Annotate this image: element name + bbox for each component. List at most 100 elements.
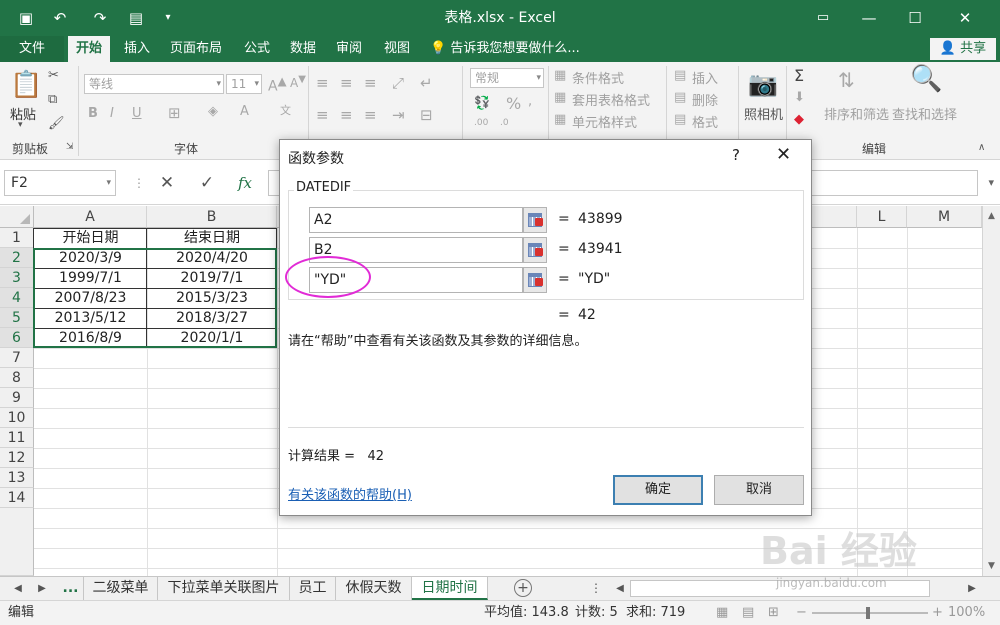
merge-icon[interactable]: ⊟ — [420, 106, 433, 124]
conditional-format-icon[interactable]: ▦ — [554, 68, 566, 83]
cell-b1[interactable]: 结束日期 — [147, 228, 277, 248]
next-sheet-icon[interactable]: ▶ — [32, 577, 52, 600]
row-header[interactable]: 10 — [0, 408, 34, 428]
row-header[interactable]: 5 — [0, 308, 34, 328]
table-format-button[interactable]: 套用表格格式 — [572, 90, 650, 109]
cell-a4[interactable]: 2007/8/23 — [34, 288, 147, 308]
scroll-left-icon[interactable]: ◀ — [610, 577, 630, 600]
delete-cells-icon[interactable]: ▤ — [674, 90, 686, 105]
cell-b5[interactable]: 2018/3/27 — [147, 308, 277, 328]
column-header-b[interactable]: B — [147, 206, 277, 228]
paste-dropdown-icon[interactable]: ▾ — [18, 120, 23, 130]
row-header[interactable]: 2 — [0, 248, 34, 268]
zoom-out-icon[interactable]: − — [796, 601, 807, 625]
paste-button[interactable]: 粘贴 — [10, 104, 36, 123]
row-header[interactable]: 9 — [0, 388, 34, 408]
prev-sheet-icon[interactable]: ◀ — [8, 577, 28, 600]
column-header-m[interactable]: M — [907, 206, 982, 228]
cancel-icon[interactable]: ✕ — [152, 170, 182, 196]
tab-data[interactable]: 数据 — [282, 36, 324, 62]
maximize-icon[interactable]: ☐ — [892, 0, 938, 36]
vertical-scrollbar[interactable]: ▲ ▼ — [982, 206, 1000, 576]
camera-button[interactable]: 照相机 — [744, 104, 783, 123]
increase-font-icon[interactable]: A▲ — [268, 74, 287, 95]
cell-style-icon[interactable]: ▦ — [554, 112, 566, 127]
tab-page-layout[interactable]: 页面布局 — [162, 36, 230, 62]
column-header-a[interactable]: A — [34, 206, 147, 228]
currency-icon[interactable]: 💱 — [474, 96, 490, 111]
align-middle-icon[interactable]: ≡ — [340, 74, 353, 92]
ok-button[interactable]: 确定 — [613, 475, 703, 505]
autosum-icon[interactable]: Σ — [794, 66, 804, 85]
column-header-l[interactable]: L — [857, 206, 907, 228]
font-name-combo[interactable]: 等线 ▾ — [84, 74, 224, 94]
phonetic-icon[interactable]: 文 — [280, 102, 291, 118]
zoom-slider[interactable] — [812, 612, 928, 614]
decrease-decimal-icon[interactable]: .0 — [500, 118, 509, 128]
insert-cells-button[interactable]: 插入 — [692, 68, 718, 87]
argument-input-1[interactable]: A2 — [309, 207, 523, 233]
close-icon[interactable]: ✕ — [942, 0, 988, 36]
add-sheet-icon[interactable]: + — [514, 579, 532, 597]
row-header[interactable]: 12 — [0, 448, 34, 468]
insert-function-icon[interactable]: fx — [230, 170, 260, 196]
orientation-icon[interactable]: ⤢ — [392, 74, 404, 92]
cell-a2[interactable]: 2020/3/9 — [34, 248, 147, 268]
tab-home[interactable]: 开始 — [68, 36, 111, 62]
page-layout-view-icon[interactable]: ▤ — [742, 601, 754, 625]
tab-review[interactable]: 审阅 — [328, 36, 370, 62]
scroll-down-icon[interactable]: ▼ — [983, 558, 1000, 574]
cell-a1[interactable]: 开始日期 — [34, 228, 147, 248]
copy-icon[interactable]: ⧉ — [48, 92, 57, 107]
table-format-icon[interactable]: ▦ — [554, 90, 566, 105]
format-painter-icon[interactable]: 🖌 — [48, 116, 65, 131]
fill-color-icon[interactable]: ◈ — [208, 104, 218, 119]
cell-a3[interactable]: 1999/7/1 — [34, 268, 147, 288]
cell-b3[interactable]: 2019/7/1 — [147, 268, 277, 288]
row-header[interactable]: 1 — [0, 228, 34, 248]
cell-a5[interactable]: 2013/5/12 — [34, 308, 147, 328]
name-box[interactable]: F2 ▾ — [4, 170, 116, 196]
collapse-dialog-button[interactable] — [523, 237, 547, 263]
dialog-close-icon[interactable]: ✕ — [776, 144, 791, 165]
format-cells-button[interactable]: 格式 — [692, 112, 718, 131]
find-select-icon[interactable]: 🔍 — [910, 64, 942, 94]
function-help-link[interactable]: 有关该函数的帮助(H) — [288, 484, 412, 503]
italic-icon[interactable]: I — [110, 106, 114, 121]
cancel-button[interactable]: 取消 — [714, 475, 804, 505]
clipboard-launcher-icon[interactable]: ⇲ — [66, 142, 74, 152]
enter-icon[interactable]: ✓ — [192, 170, 222, 196]
sort-filter-button[interactable]: 排序和筛选 — [824, 104, 889, 123]
bold-icon[interactable]: B — [88, 106, 98, 121]
row-header[interactable]: 4 — [0, 288, 34, 308]
scroll-up-icon[interactable]: ▲ — [983, 208, 1000, 224]
more-sheets-button[interactable]: ... — [58, 577, 84, 600]
tab-formulas[interactable]: 公式 — [236, 36, 278, 62]
zoom-slider-thumb[interactable] — [866, 607, 870, 619]
sort-filter-icon[interactable]: ⇅ — [838, 68, 855, 92]
tell-me-search[interactable]: 💡 告诉我您想要做什么... — [430, 36, 580, 62]
row-header[interactable]: 11 — [0, 428, 34, 448]
page-break-view-icon[interactable]: ⊞ — [768, 601, 779, 625]
help-button[interactable]: ? — [732, 146, 740, 164]
cell-style-button[interactable]: 单元格样式 — [572, 112, 637, 131]
minimize-icon[interactable]: — — [846, 0, 892, 36]
conditional-format-button[interactable]: 条件格式 — [572, 68, 624, 87]
align-top-icon[interactable]: ≡ — [316, 74, 329, 92]
camera-icon[interactable]: 📷 — [748, 70, 778, 98]
increase-decimal-icon[interactable]: .00 — [474, 118, 488, 128]
wrap-text-icon[interactable]: ↵ — [420, 74, 433, 92]
align-left-icon[interactable]: ≡ — [316, 106, 329, 124]
select-all-button[interactable] — [0, 206, 34, 228]
align-bottom-icon[interactable]: ≡ — [364, 74, 377, 92]
scroll-right-icon[interactable]: ▶ — [962, 577, 982, 600]
sheet-tab[interactable]: 休假天数 — [336, 577, 412, 600]
ribbon-display-icon[interactable]: ▭ — [800, 0, 846, 36]
cell-b4[interactable]: 2015/3/23 — [147, 288, 277, 308]
font-size-combo[interactable]: 11 ▾ — [226, 74, 262, 94]
paste-icon[interactable]: 📋 — [10, 70, 42, 100]
align-right-icon[interactable]: ≡ — [364, 106, 377, 124]
underline-icon[interactable]: U — [132, 106, 142, 121]
clear-icon[interactable]: ◆ — [794, 112, 804, 127]
insert-cells-icon[interactable]: ▤ — [674, 68, 686, 83]
